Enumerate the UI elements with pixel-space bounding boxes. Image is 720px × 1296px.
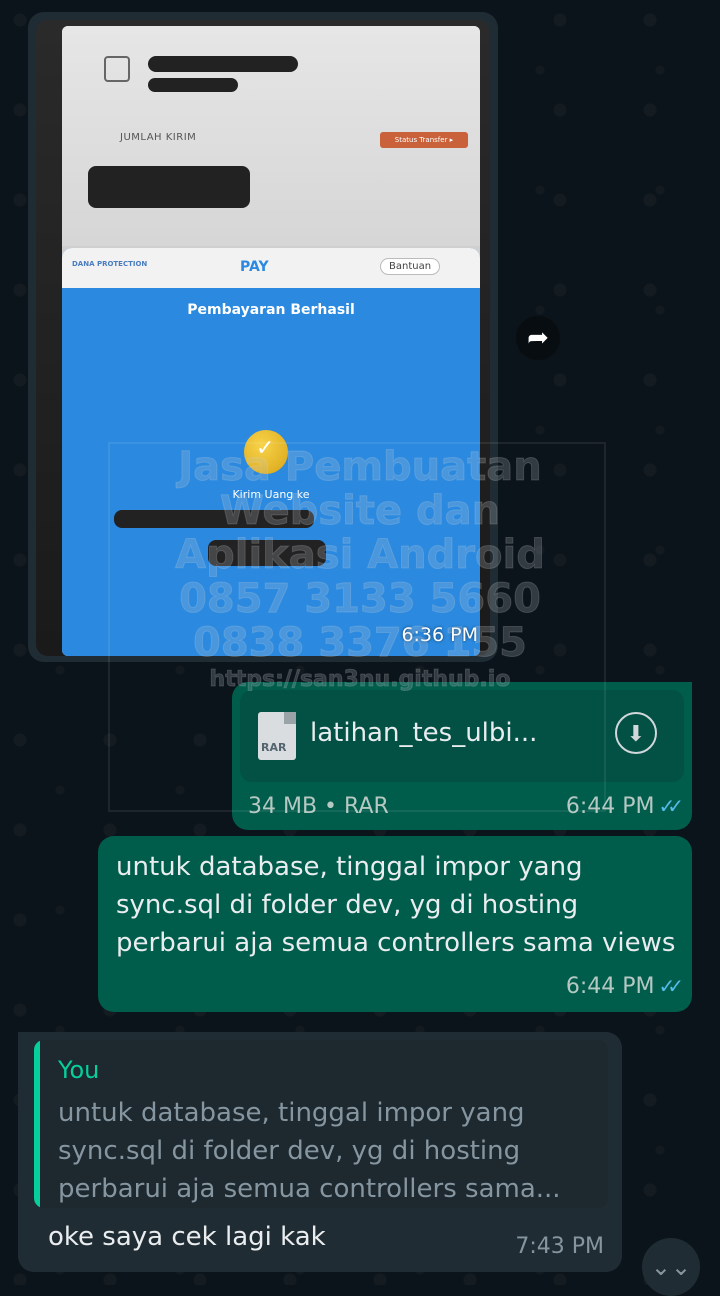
message-text: untuk database, tinggal impor yang sync.…	[116, 852, 676, 958]
watermark-frame	[108, 442, 606, 812]
redacted-block	[148, 56, 298, 72]
double-chevron-down-icon[interactable]: ⌄⌄	[642, 1238, 700, 1296]
amount-label: JUMLAH KIRIM	[120, 132, 197, 143]
redacted-block	[148, 78, 238, 92]
message-text: oke saya cek lagi kak	[48, 1222, 326, 1252]
bank-header: JUMLAH KIRIM Status Transfer ▸	[62, 26, 480, 246]
reply-message[interactable]: You untuk database, tinggal impor yang s…	[18, 1032, 622, 1272]
message-status: 6:44 PM ✓✓	[565, 974, 684, 999]
message-time: 7:43 PM	[515, 1234, 604, 1259]
quote-author: You	[58, 1056, 100, 1084]
dana-header: DANA PROTECTION PAY Bantuan	[62, 248, 480, 288]
help-button: Bantuan	[380, 258, 441, 275]
quoted-message[interactable]: You untuk database, tinggal impor yang s…	[34, 1040, 608, 1208]
pay-label: PAY	[240, 259, 269, 275]
success-title: Pembayaran Berhasil	[187, 302, 355, 318]
download-icon[interactable]: ⬇	[615, 712, 657, 754]
text-message[interactable]: untuk database, tinggal impor yang sync.…	[98, 836, 692, 1012]
forward-icon[interactable]: ➦	[516, 316, 560, 360]
redacted-amount	[88, 166, 250, 208]
dana-protection-label: DANA PROTECTION	[72, 260, 148, 268]
message-time: 6:44 PM	[565, 974, 655, 999]
quote-text: untuk database, tinggal impor yang sync.…	[58, 1098, 561, 1204]
double-check-icon: ✓✓	[658, 974, 683, 998]
status-transfer-tag: Status Transfer ▸	[380, 132, 468, 148]
bank-logo-icon	[104, 56, 130, 82]
quote-accent-bar	[34, 1040, 40, 1208]
double-check-icon: ✓✓	[658, 794, 683, 818]
